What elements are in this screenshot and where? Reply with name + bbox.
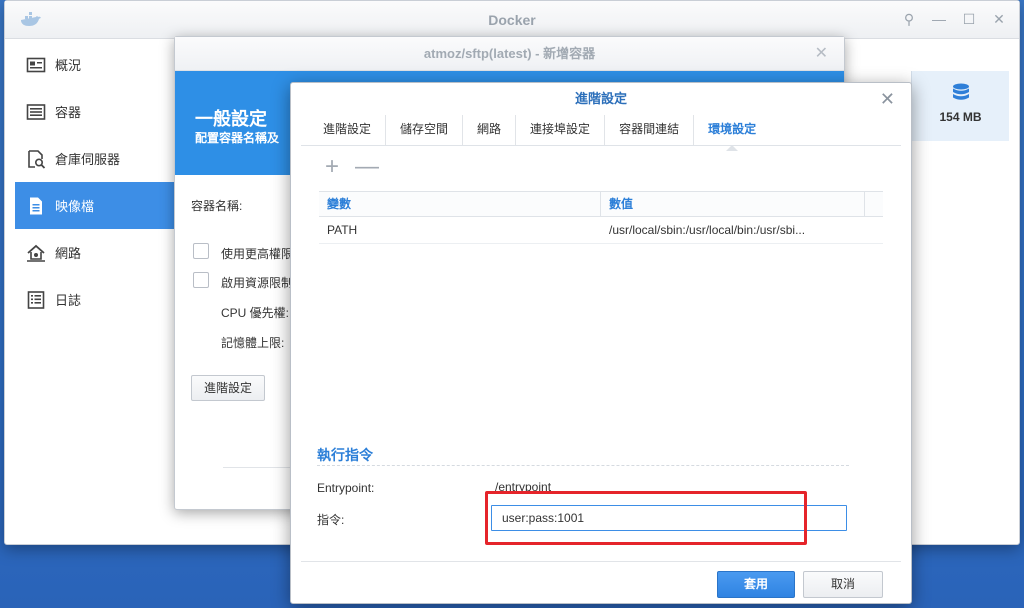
sidebar-item-label: 概況 [55, 58, 82, 73]
column-header-value[interactable]: 數值 [601, 192, 865, 216]
tab-environment[interactable]: 環境設定 [694, 115, 770, 151]
storage-size: 154 MB [939, 110, 982, 124]
container-name-label: 容器名稱: [191, 199, 243, 213]
log-list-icon [25, 290, 47, 310]
env-variable-table: 變數 數值 PATH /usr/local/sbin:/usr/local/bi… [319, 191, 883, 244]
add-icon[interactable]: + [321, 155, 343, 179]
close-icon[interactable]: ✕ [991, 11, 1007, 27]
sidebar-item-label: 日誌 [55, 293, 82, 308]
tab-port-settings[interactable]: 連接埠設定 [516, 115, 606, 145]
sidebar-item-image[interactable]: 映像檔 [15, 182, 183, 229]
exec-command-section-title: 執行指令 [317, 447, 373, 463]
sidebar-item-label: 倉庫伺服器 [55, 152, 121, 167]
resource-limit-label: 啟用資源限制 [221, 276, 294, 290]
cpu-priority-label: CPU 優先權: [221, 306, 290, 320]
advanced-settings-button[interactable]: 進階設定 [191, 375, 265, 401]
privileged-checkbox[interactable] [193, 243, 209, 259]
section-divider [317, 465, 849, 466]
sidebar-item-network[interactable]: 網路 [15, 229, 183, 276]
sidebar-item-label: 容器 [55, 105, 82, 120]
env-value-cell: /usr/local/sbin:/usr/local/bin:/usr/sbi.… [609, 223, 806, 237]
tab-advanced[interactable]: 進階設定 [309, 115, 387, 145]
maximize-icon[interactable]: ☐ [961, 11, 977, 27]
network-house-icon [25, 243, 47, 263]
advanced-settings-dialog: 進階設定 ✕ 進階設定 儲存空間 網路 連接埠設定 容器間連結 環境設定 + —… [290, 82, 912, 604]
tab-storage[interactable]: 儲存空間 [386, 115, 464, 145]
sidebar-item-label: 網路 [55, 246, 82, 261]
entrypoint-label: Entrypoint: [317, 481, 375, 495]
create-window-title-bar: atmoz/sftp(latest) - 新增容器 ✕ [175, 37, 844, 71]
settings-tabs: 進階設定 儲存空間 網路 連接埠設定 容器間連結 環境設定 [309, 115, 770, 151]
sidebar-item-label: 映像檔 [55, 199, 95, 214]
sidebar-item-container[interactable]: 容器 [15, 88, 183, 135]
registry-search-icon [25, 149, 47, 169]
advanced-dialog-title-bar: 進階設定 ✕ [291, 83, 911, 115]
cancel-button[interactable]: 取消 [803, 571, 883, 598]
tabs-divider [301, 145, 901, 146]
main-title-bar: Docker ⚲ — ☐ ✕ [5, 1, 1019, 39]
command-label: 指令: [317, 513, 345, 527]
banner-title: 一般設定 [195, 109, 267, 129]
database-icon [912, 83, 1009, 106]
sidebar-item-registry[interactable]: 倉庫伺服器 [15, 135, 183, 182]
env-variable-cell: PATH [327, 223, 358, 237]
column-header-spacer [865, 192, 883, 216]
table-row[interactable]: PATH /usr/local/sbin:/usr/local/bin:/usr… [319, 217, 883, 244]
image-document-icon [25, 196, 47, 216]
overview-card-icon [25, 55, 47, 75]
sidebar-item-overview[interactable]: 概況 [15, 41, 183, 88]
tab-network[interactable]: 網路 [463, 115, 517, 145]
advanced-dialog-title: 進階設定 [574, 91, 627, 106]
close-icon[interactable]: ✕ [815, 37, 828, 71]
dialog-footer-divider [301, 561, 901, 562]
sidebar-item-log[interactable]: 日誌 [15, 276, 183, 323]
sidebar: 概況 容器 倉庫伺服器 映像檔 網路 日誌 [15, 41, 183, 323]
minimize-icon[interactable]: — [931, 11, 947, 27]
command-input[interactable] [491, 505, 847, 531]
entrypoint-value: /entrypoint [495, 480, 552, 494]
resource-limit-checkbox[interactable] [193, 272, 209, 288]
remove-icon[interactable]: — [355, 155, 379, 179]
pin-icon[interactable]: ⚲ [901, 11, 917, 27]
create-window-title: atmoz/sftp(latest) - 新增容器 [423, 46, 596, 61]
storage-summary-card: 154 MB [911, 71, 1009, 141]
main-window-title: Docker [488, 12, 536, 28]
container-list-icon [25, 102, 47, 122]
privileged-label: 使用更高權限 [221, 247, 294, 261]
column-header-variable[interactable]: 變數 [319, 192, 601, 216]
apply-button[interactable]: 套用 [717, 571, 795, 598]
env-table-header: 變數 數值 [319, 191, 883, 217]
banner-subtitle: 配置容器名稱及 [195, 131, 280, 145]
memory-limit-label: 記憶體上限: [221, 336, 285, 350]
tab-links[interactable]: 容器間連結 [605, 115, 695, 145]
window-controls: ⚲ — ☐ ✕ [901, 11, 1007, 27]
close-icon[interactable]: ✕ [880, 83, 895, 115]
env-toolbar: + — [321, 155, 379, 179]
